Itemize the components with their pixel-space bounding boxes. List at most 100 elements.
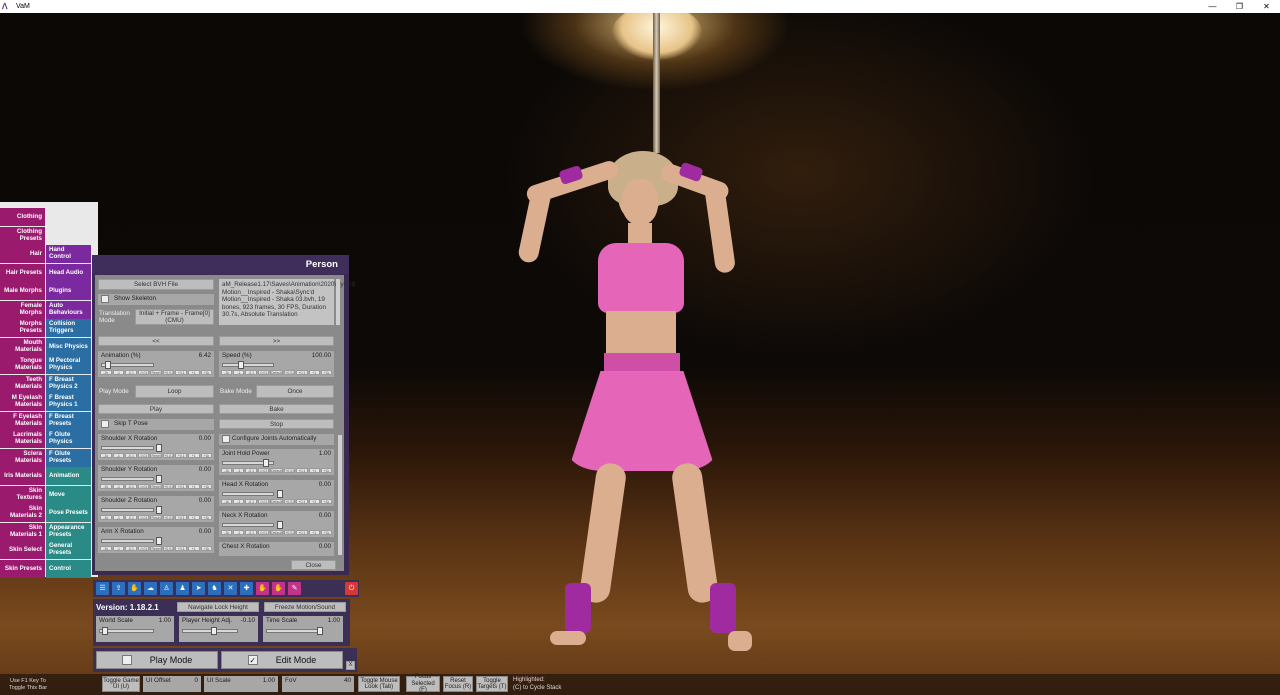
step-button[interactable]: Reset [150,453,162,458]
navigate-lock-height-toggle[interactable]: Navigate Lock Height [177,602,259,612]
slider-track[interactable] [101,506,162,514]
slider-track[interactable] [99,627,154,635]
step-button[interactable]: -1k [221,530,233,535]
step-button[interactable]: +0.01 [284,468,296,473]
slider-knob[interactable] [102,627,108,635]
step-button[interactable]: +1k [200,546,213,551]
step-button[interactable]: -0.1 [245,530,257,535]
step-button[interactable]: -1 [112,370,125,375]
toggle-targets-button[interactable]: Toggle Targets (T) [476,676,508,692]
shoulder-x-slider[interactable]: Shoulder X Rotation 0.00 -1k -1 -0.1 -0.01 R… [98,434,214,460]
tab-mouth-materials[interactable]: Mouth Materials [0,338,45,356]
step-button[interactable]: -0.1 [125,515,137,520]
step-button[interactable]: Default [269,499,284,504]
step-button[interactable]: -1k [221,468,233,473]
step-button[interactable]: -1 [233,499,245,504]
step-button[interactable]: -1k [221,499,233,504]
neck-x-slider[interactable]: Neck X Rotation 0.00 -1k -1 -0.1 -0.01 Defau… [219,511,334,537]
hand-red-alt-icon[interactable]: ✋ [272,582,285,595]
tab-appearance-presets[interactable]: Appearance Presets [46,523,91,541]
step-button[interactable]: +1k [320,468,332,473]
slider-track[interactable] [222,459,274,467]
slider-knob[interactable] [211,627,217,635]
tab-clothing-presets[interactable]: Clothing Presets [0,227,45,245]
step-button[interactable]: +1k [200,370,213,375]
panel-scrollbar[interactable] [338,435,342,555]
tab-hand-control[interactable]: Hand Control [46,245,91,263]
step-button[interactable]: +1 [187,484,200,489]
step-button[interactable]: -0.01 [257,468,269,473]
head-x-slider[interactable]: Head X Rotation 0.00 -1k -1 -0.1 -0.01 Defau… [219,480,334,506]
translation-mode-select[interactable]: Initial + Frame - Frame[0] (CMU) [135,309,214,325]
close-icon[interactable]: ✕ [1253,0,1280,13]
tab-f-glute-presets[interactable]: F Glute Presets [46,449,91,467]
step-button[interactable]: +1 [308,530,320,535]
minimize-icon[interactable]: — [1199,0,1226,13]
slider-track[interactable] [182,627,238,635]
step-button[interactable]: +1 [308,468,320,473]
step-button[interactable]: -0.1 [245,370,257,375]
edit-mode-button[interactable]: ✓ Edit Mode [221,651,343,669]
play-mode-select[interactable]: Loop [135,385,214,398]
reset-focus-button[interactable]: Reset Focus (R) [443,676,473,692]
tab-f-eyelash-materials[interactable]: F Eyelash Materials [0,412,45,430]
bake-button[interactable]: Bake [219,404,334,414]
slider-knob[interactable] [156,475,162,483]
step-button[interactable]: +0.01 [162,453,175,458]
tab-collision-triggers[interactable]: Collision Triggers [46,319,91,337]
step-button[interactable]: -1 [112,515,125,520]
step-button[interactable]: -0.1 [125,453,137,458]
step-button[interactable]: +1k [320,370,332,375]
step-button[interactable]: +0.1 [296,530,308,535]
skip-t-pose-checkbox[interactable] [101,420,109,428]
person-alt-icon[interactable]: ♞ [208,582,221,595]
tab-morphs-presets[interactable]: Morphs Presets [0,319,45,337]
tab-m-eyelash-materials[interactable]: M Eyelash Materials [0,393,45,411]
slider-track[interactable] [222,521,283,529]
person-icon[interactable]: ♟ [176,582,189,595]
arm-x-slider[interactable]: Arm X Rotation 0.00 -1k -1 -0.1 -0.01 Reset +… [98,527,214,553]
slider-track[interactable] [101,475,162,483]
step-button[interactable]: -0.1 [125,370,137,375]
step-button[interactable]: +0.01 [162,546,175,551]
shoulder-y-slider[interactable]: Shoulder Y Rotation 0.00 -1k -1 -0.1 -0.01 R… [98,465,214,491]
slider-knob[interactable] [317,627,323,635]
step-button[interactable]: -0.01 [137,370,150,375]
select-bvh-button[interactable]: Select BVH File [98,279,214,290]
tab-skin-select[interactable]: Skin Select [0,541,45,559]
slider-knob[interactable] [263,459,269,467]
slider-track[interactable] [222,490,283,498]
player-height-slider[interactable]: Player Height Adj. -0.10 [179,616,258,642]
play-mode-checkbox[interactable] [121,655,132,665]
step-button[interactable]: +1 [187,546,200,551]
tab-hair[interactable]: Hair [0,245,45,263]
prev-frame-button[interactable]: << [98,336,214,346]
hide-ui-close-button[interactable]: X [346,661,355,670]
step-button[interactable]: Reset [150,484,162,489]
step-button[interactable]: -1k [100,484,112,489]
tab-f-breast-presets[interactable]: F Breast Presets [46,412,91,430]
step-button[interactable]: +1k [320,530,332,535]
stop-button[interactable]: Stop [219,419,334,429]
step-button[interactable]: -0.01 [137,453,150,458]
step-button[interactable]: -1k [100,453,112,458]
tab-auto-behaviours[interactable]: Auto Behaviours [46,301,91,319]
show-skeleton-toggle[interactable]: Show Skeleton [98,294,214,305]
speed-knob[interactable] [238,361,244,369]
slider-track[interactable] [101,537,162,545]
step-button[interactable]: -0.1 [245,499,257,504]
ui-offset-slider[interactable]: UI Offset 0 [143,676,201,692]
tab-skin-materials-1[interactable]: Skin Materials 1 [0,523,45,541]
step-button[interactable]: +1k [200,453,213,458]
toggle-game-ui-button[interactable]: Toggle Game UI (U) [102,676,140,692]
close-button[interactable]: Close [291,560,336,570]
tab-f-breast-physics-2[interactable]: F Breast Physics 2 [46,375,91,393]
bake-mode-select[interactable]: Once [256,385,334,398]
step-button[interactable]: -0.01 [257,530,269,535]
tab-f-glute-physics[interactable]: F Glute Physics [46,430,91,448]
tab-pose-presets[interactable]: Pose Presets [46,504,91,522]
shoulder-z-slider[interactable]: Shoulder Z Rotation 0.00 -1k -1 -0.1 -0.01 R… [98,496,214,522]
step-button[interactable]: -1 [233,530,245,535]
step-button[interactable]: -0.1 [125,546,137,551]
tools-icon[interactable]: ✕ [224,582,237,595]
